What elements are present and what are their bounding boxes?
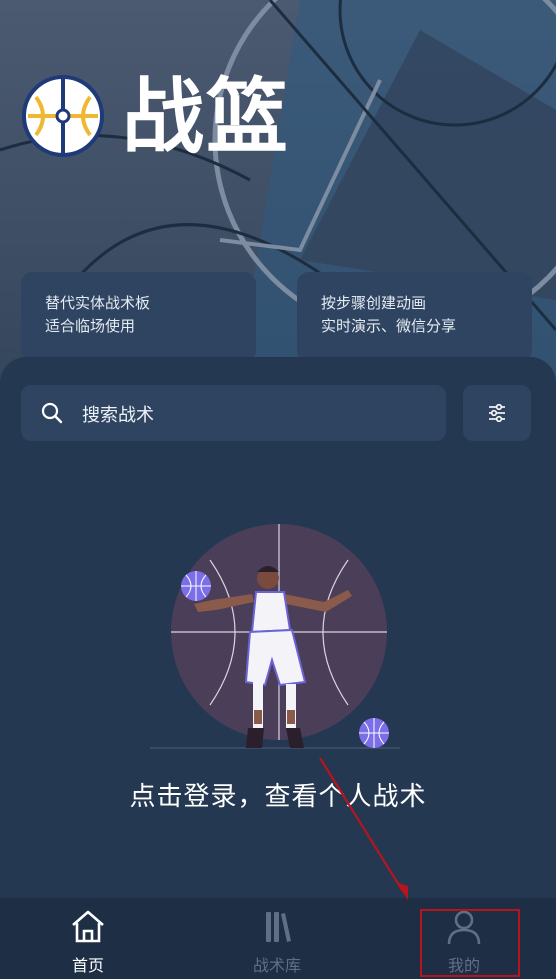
search-bar[interactable]: 搜索战术 <box>21 385 446 441</box>
home-icon <box>72 910 104 943</box>
basketball-logo-icon <box>22 75 104 157</box>
feature-line: 适合临场使用 <box>45 317 136 335</box>
filter-button[interactable] <box>463 385 531 441</box>
search-icon <box>41 402 63 424</box>
feature-line: 按步骤创建动画 <box>321 294 427 312</box>
feature-card-animation: 按步骤创建动画 实时演示、微信分享 <box>297 272 532 362</box>
feature-line: 替代实体战术板 <box>45 294 151 312</box>
search-input[interactable]: 搜索战术 <box>82 401 154 427</box>
sliders-icon <box>489 404 505 422</box>
library-icon <box>266 912 291 942</box>
tab-label: 首页 <box>71 956 104 975</box>
app-title: 战篮 <box>122 70 291 165</box>
tab-label: 战术库 <box>252 956 301 975</box>
tab-home[interactable]: 首页 <box>28 898 148 979</box>
login-prompt-text[interactable]: 点击登录，查看个人战术 <box>0 776 556 813</box>
feature-line: 实时演示、微信分享 <box>321 317 457 335</box>
tab-tactics-library[interactable]: 战术库 <box>217 898 337 979</box>
basketball-player-illustration-icon <box>150 524 400 749</box>
feature-card-tactics-board: 替代实体战术板 适合临场使用 <box>21 272 256 362</box>
annotation-highlight-box <box>420 909 520 977</box>
